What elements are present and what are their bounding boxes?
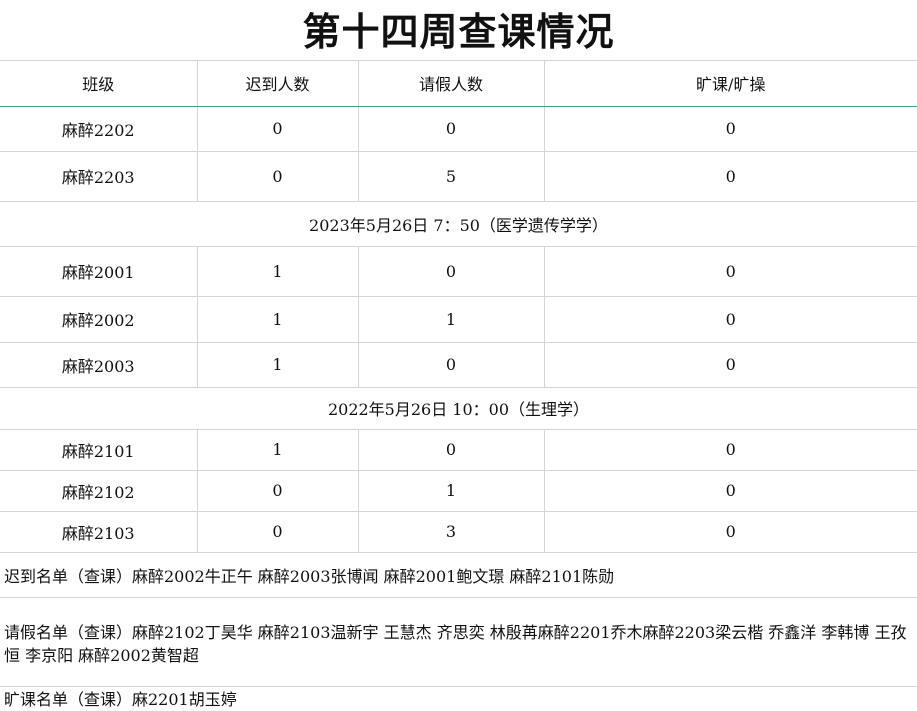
attendance-table: 班级 迟到人数 请假人数 旷课/旷操 麻醉2202 0 0 0 麻醉2203 0… <box>0 60 917 553</box>
cell-late: 1 <box>197 429 359 471</box>
table-row: 麻醉2001 1 0 0 <box>0 246 917 297</box>
cell-leave: 3 <box>358 511 545 553</box>
header-row: 班级 迟到人数 请假人数 旷课/旷操 <box>0 60 917 107</box>
header-late: 迟到人数 <box>197 60 359 107</box>
cell-class: 麻醉2103 <box>0 511 198 553</box>
cell-absent: 0 <box>544 511 917 553</box>
leave-list-text: 请假名单（查课）麻醉2102丁昊华 麻醉2103温新宇 王慧杰 齐思奕 林殷苒麻… <box>4 623 907 665</box>
cell-class: 麻醉2001 <box>0 246 198 297</box>
absent-list-note: 旷课名单（查课）麻2201胡玉婷 <box>0 688 917 710</box>
table-row: 麻醉2103 0 3 0 <box>0 511 917 553</box>
header-class: 班级 <box>0 60 198 107</box>
cell-absent: 0 <box>544 106 917 152</box>
cell-late: 0 <box>197 106 359 152</box>
table-row: 麻醉2003 1 0 0 <box>0 342 917 388</box>
cell-class: 麻醉2002 <box>0 296 198 343</box>
cell-class: 麻醉2003 <box>0 342 198 388</box>
cell-class: 麻醉2101 <box>0 429 198 471</box>
session-row: 2023年5月26日 7：50（医学遗传学学） <box>0 201 917 247</box>
session-label: 2023年5月26日 7：50（医学遗传学学） <box>0 201 917 247</box>
page-title: 第十四周查课情况 <box>0 0 917 61</box>
cell-class: 麻醉2202 <box>0 106 198 152</box>
absent-list-text: 旷课名单（查课）麻2201胡玉婷 <box>4 690 237 709</box>
cell-leave: 0 <box>358 342 545 388</box>
late-list-note: 迟到名单（查课）麻醉2002牛正午 麻醉2003张博闻 麻醉2001鲍文璟 麻醉… <box>0 552 917 598</box>
cell-late: 0 <box>197 470 359 512</box>
cell-absent: 0 <box>544 470 917 512</box>
cell-class: 麻醉2203 <box>0 151 198 202</box>
table-row: 麻醉2202 0 0 0 <box>0 106 917 152</box>
table-row: 麻醉2101 1 0 0 <box>0 429 917 471</box>
cell-late: 0 <box>197 151 359 202</box>
cell-leave: 0 <box>358 246 545 297</box>
cell-leave: 0 <box>358 429 545 471</box>
leave-list-note: 请假名单（查课）麻醉2102丁昊华 麻醉2103温新宇 王慧杰 齐思奕 林殷苒麻… <box>0 599 917 687</box>
cell-class: 麻醉2102 <box>0 470 198 512</box>
table-row: 麻醉2002 1 1 0 <box>0 296 917 343</box>
cell-late: 0 <box>197 511 359 553</box>
cell-absent: 0 <box>544 429 917 471</box>
cell-leave: 1 <box>358 296 545 343</box>
cell-absent: 0 <box>544 246 917 297</box>
header-leave: 请假人数 <box>358 60 545 107</box>
cell-absent: 0 <box>544 296 917 343</box>
cell-late: 1 <box>197 296 359 343</box>
header-absent: 旷课/旷操 <box>544 60 917 107</box>
cell-leave: 0 <box>358 106 545 152</box>
cell-leave: 5 <box>358 151 545 202</box>
session-label: 2022年5月26日 10：00（生理学） <box>0 387 917 430</box>
session-row: 2022年5月26日 10：00（生理学） <box>0 387 917 430</box>
cell-absent: 0 <box>544 342 917 388</box>
table-row: 麻醉2203 0 5 0 <box>0 151 917 202</box>
late-list-text: 迟到名单（查课）麻醉2002牛正午 麻醉2003张博闻 麻醉2001鲍文璟 麻醉… <box>4 567 615 586</box>
table-row: 麻醉2102 0 1 0 <box>0 470 917 512</box>
cell-leave: 1 <box>358 470 545 512</box>
cell-late: 1 <box>197 246 359 297</box>
cell-absent: 0 <box>544 151 917 202</box>
cell-late: 1 <box>197 342 359 388</box>
